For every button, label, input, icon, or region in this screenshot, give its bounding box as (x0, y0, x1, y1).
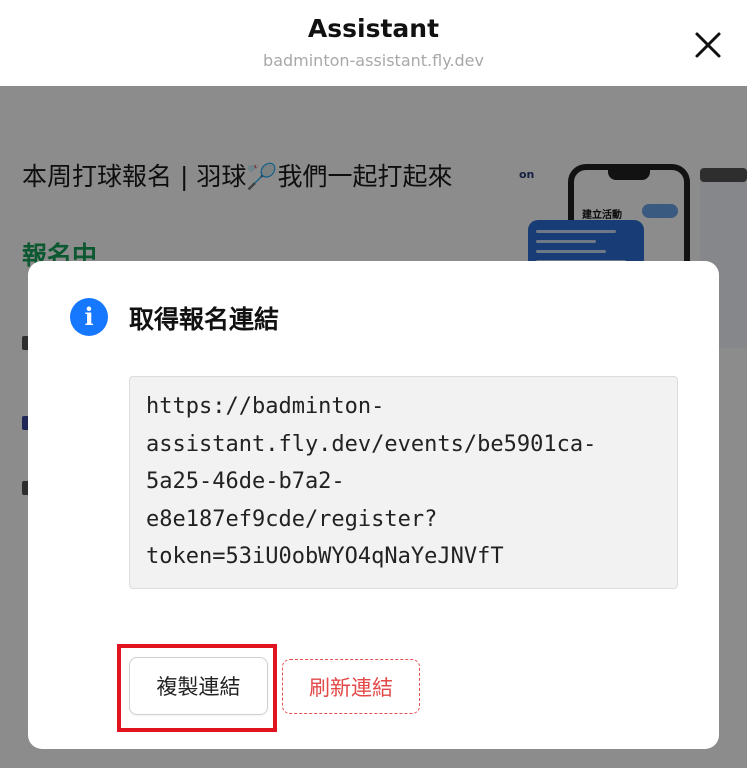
get-registration-link-dialog: i 取得報名連結 https://badminton- assistant.fl… (28, 261, 719, 749)
registration-link-text[interactable]: https://badminton- assistant.fly.dev/eve… (146, 388, 661, 576)
dialog-title: 取得報名連結 (129, 305, 280, 334)
link-line: token=53iU0obWYO4qNaYeJNVfT (146, 544, 504, 569)
top-bar: Assistant badminton-assistant.fly.dev (0, 0, 747, 86)
registration-link-box[interactable]: https://badminton- assistant.fly.dev/eve… (129, 376, 678, 589)
highlight-box (117, 644, 277, 732)
refresh-link-button[interactable]: 刷新連結 (282, 659, 420, 714)
info-icon: i (70, 298, 108, 336)
link-line: assistant.fly.dev/events/be5901ca- (146, 431, 597, 457)
link-line: 5a25-46de-b7a2- (146, 469, 345, 494)
close-icon (695, 32, 721, 58)
link-line: https://badminton- (146, 394, 385, 419)
close-button[interactable] (689, 26, 727, 64)
window-title: Assistant (307, 14, 440, 43)
page-url: badminton-assistant.fly.dev (263, 51, 484, 70)
link-line: e8e187ef9cde/register? (146, 506, 438, 532)
